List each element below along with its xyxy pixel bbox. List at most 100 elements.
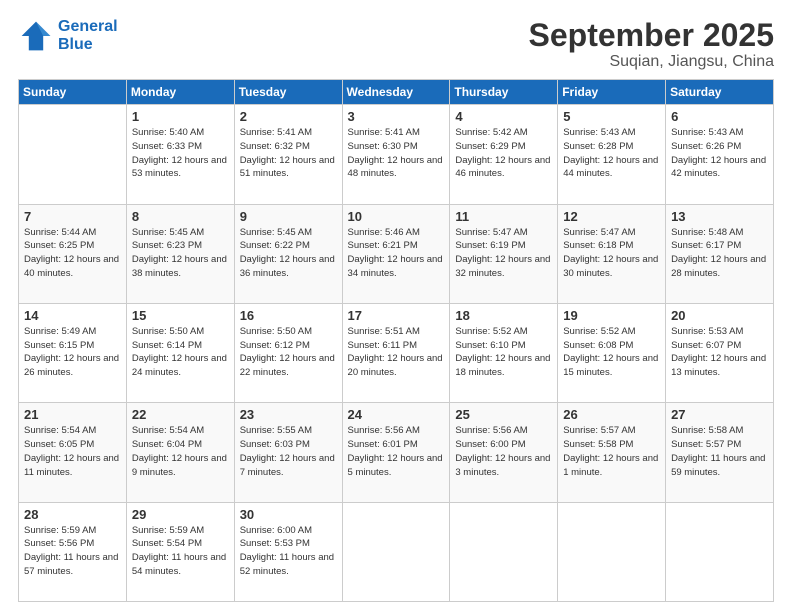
day-info: Sunrise: 5:57 AMSunset: 5:58 PMDaylight:… — [563, 424, 660, 479]
day-number: 29 — [132, 507, 229, 522]
day-info: Sunrise: 5:45 AMSunset: 6:22 PMDaylight:… — [240, 226, 337, 281]
calendar-cell: 5 Sunrise: 5:43 AMSunset: 6:28 PMDaylight… — [558, 105, 666, 204]
day-info: Sunrise: 5:50 AMSunset: 6:12 PMDaylight:… — [240, 325, 337, 380]
day-info: Sunrise: 5:59 AMSunset: 5:54 PMDaylight:… — [132, 524, 229, 579]
day-info: Sunrise: 5:45 AMSunset: 6:23 PMDaylight:… — [132, 226, 229, 281]
calendar-cell: 4 Sunrise: 5:42 AMSunset: 6:29 PMDaylight… — [450, 105, 558, 204]
day-number: 6 — [671, 109, 768, 124]
calendar-cell: 18 Sunrise: 5:52 AMSunset: 6:10 PMDayligh… — [450, 303, 558, 402]
table-row: 14 Sunrise: 5:49 AMSunset: 6:15 PMDayligh… — [19, 303, 774, 402]
header: General Blue September 2025 Suqian, Jian… — [18, 18, 774, 71]
calendar-subtitle: Suqian, Jiangsu, China — [529, 53, 774, 71]
day-number: 1 — [132, 109, 229, 124]
day-number: 20 — [671, 308, 768, 323]
col-thursday: Thursday — [450, 80, 558, 105]
day-number: 28 — [24, 507, 121, 522]
day-info: Sunrise: 5:42 AMSunset: 6:29 PMDaylight:… — [455, 126, 552, 181]
calendar-table: Sunday Monday Tuesday Wednesday Thursday… — [18, 79, 774, 602]
day-number: 11 — [455, 209, 552, 224]
calendar-cell: 21 Sunrise: 5:54 AMSunset: 6:05 PMDayligh… — [19, 403, 127, 502]
day-number: 26 — [563, 407, 660, 422]
logo-text: General Blue — [58, 18, 118, 53]
day-number: 19 — [563, 308, 660, 323]
day-number: 3 — [348, 109, 445, 124]
calendar-cell: 26 Sunrise: 5:57 AMSunset: 5:58 PMDayligh… — [558, 403, 666, 502]
day-info: Sunrise: 5:54 AMSunset: 6:04 PMDaylight:… — [132, 424, 229, 479]
calendar-cell — [342, 502, 450, 601]
calendar-cell: 7 Sunrise: 5:44 AMSunset: 6:25 PMDaylight… — [19, 204, 127, 303]
day-number: 12 — [563, 209, 660, 224]
day-number: 10 — [348, 209, 445, 224]
calendar-cell: 8 Sunrise: 5:45 AMSunset: 6:23 PMDaylight… — [126, 204, 234, 303]
day-info: Sunrise: 5:43 AMSunset: 6:28 PMDaylight:… — [563, 126, 660, 181]
calendar-cell: 12 Sunrise: 5:47 AMSunset: 6:18 PMDayligh… — [558, 204, 666, 303]
day-number: 30 — [240, 507, 337, 522]
day-info: Sunrise: 5:59 AMSunset: 5:56 PMDaylight:… — [24, 524, 121, 579]
table-row: 7 Sunrise: 5:44 AMSunset: 6:25 PMDaylight… — [19, 204, 774, 303]
calendar-cell: 16 Sunrise: 5:50 AMSunset: 6:12 PMDayligh… — [234, 303, 342, 402]
day-info: Sunrise: 5:44 AMSunset: 6:25 PMDaylight:… — [24, 226, 121, 281]
table-row: 1Sunrise: 5:40 AMSunset: 6:33 PMDaylight… — [19, 105, 774, 204]
day-number: 7 — [24, 209, 121, 224]
calendar-cell: 10Sunrise: 5:46 AMSunset: 6:21 PMDayligh… — [342, 204, 450, 303]
day-number: 14 — [24, 308, 121, 323]
day-info: Sunrise: 5:47 AMSunset: 6:19 PMDaylight:… — [455, 226, 552, 281]
calendar-cell: 28 Sunrise: 5:59 AMSunset: 5:56 PMDayligh… — [19, 502, 127, 601]
calendar-cell: 9 Sunrise: 5:45 AMSunset: 6:22 PMDaylight… — [234, 204, 342, 303]
day-number: 5 — [563, 109, 660, 124]
calendar-cell: 29 Sunrise: 5:59 AMSunset: 5:54 PMDayligh… — [126, 502, 234, 601]
day-number: 23 — [240, 407, 337, 422]
calendar-cell: 1Sunrise: 5:40 AMSunset: 6:33 PMDaylight… — [126, 105, 234, 204]
day-info: Sunrise: 6:00 AMSunset: 5:53 PMDaylight:… — [240, 524, 337, 579]
day-number: 4 — [455, 109, 552, 124]
calendar-cell: 13 Sunrise: 5:48 AMSunset: 6:17 PMDayligh… — [666, 204, 774, 303]
calendar-cell: 30 Sunrise: 6:00 AMSunset: 5:53 PMDayligh… — [234, 502, 342, 601]
day-number: 2 — [240, 109, 337, 124]
day-number: 21 — [24, 407, 121, 422]
calendar-cell: 24Sunrise: 5:56 AMSunset: 6:01 PMDayligh… — [342, 403, 450, 502]
table-row: 28 Sunrise: 5:59 AMSunset: 5:56 PMDayligh… — [19, 502, 774, 601]
col-friday: Friday — [558, 80, 666, 105]
day-info: Sunrise: 5:49 AMSunset: 6:15 PMDaylight:… — [24, 325, 121, 380]
calendar-cell: 3 Sunrise: 5:41 AMSunset: 6:30 PMDaylight… — [342, 105, 450, 204]
day-info: Sunrise: 5:41 AMSunset: 6:32 PMDaylight:… — [240, 126, 337, 181]
day-info: Sunrise: 5:48 AMSunset: 6:17 PMDaylight:… — [671, 226, 768, 281]
calendar-cell — [558, 502, 666, 601]
day-info: Sunrise: 5:43 AMSunset: 6:26 PMDaylight:… — [671, 126, 768, 181]
logo: General Blue — [18, 18, 118, 54]
day-info: Sunrise: 5:54 AMSunset: 6:05 PMDaylight:… — [24, 424, 121, 479]
day-number: 17 — [348, 308, 445, 323]
day-number: 15 — [132, 308, 229, 323]
calendar-cell: 14 Sunrise: 5:49 AMSunset: 6:15 PMDayligh… — [19, 303, 127, 402]
calendar-cell: 19Sunrise: 5:52 AMSunset: 6:08 PMDayligh… — [558, 303, 666, 402]
day-info: Sunrise: 5:41 AMSunset: 6:30 PMDaylight:… — [348, 126, 445, 181]
page: General Blue September 2025 Suqian, Jian… — [0, 0, 792, 612]
calendar-cell — [666, 502, 774, 601]
day-info: Sunrise: 5:52 AMSunset: 6:10 PMDaylight:… — [455, 325, 552, 380]
day-number: 18 — [455, 308, 552, 323]
calendar-cell: 2 Sunrise: 5:41 AMSunset: 6:32 PMDaylight… — [234, 105, 342, 204]
calendar-cell — [450, 502, 558, 601]
logo-icon — [18, 18, 54, 54]
day-number: 13 — [671, 209, 768, 224]
calendar-cell: 25Sunrise: 5:56 AMSunset: 6:00 PMDayligh… — [450, 403, 558, 502]
day-info: Sunrise: 5:56 AMSunset: 6:01 PMDaylight:… — [348, 424, 445, 479]
day-info: Sunrise: 5:58 AMSunset: 5:57 PMDaylight:… — [671, 424, 768, 479]
day-number: 9 — [240, 209, 337, 224]
col-monday: Monday — [126, 80, 234, 105]
calendar-title: September 2025 — [529, 18, 774, 53]
day-info: Sunrise: 5:51 AMSunset: 6:11 PMDaylight:… — [348, 325, 445, 380]
calendar-cell: 20Sunrise: 5:53 AMSunset: 6:07 PMDayligh… — [666, 303, 774, 402]
day-number: 8 — [132, 209, 229, 224]
calendar-cell: 22Sunrise: 5:54 AMSunset: 6:04 PMDayligh… — [126, 403, 234, 502]
day-info: Sunrise: 5:55 AMSunset: 6:03 PMDaylight:… — [240, 424, 337, 479]
calendar-header-row: Sunday Monday Tuesday Wednesday Thursday… — [19, 80, 774, 105]
day-number: 16 — [240, 308, 337, 323]
day-info: Sunrise: 5:56 AMSunset: 6:00 PMDaylight:… — [455, 424, 552, 479]
col-sunday: Sunday — [19, 80, 127, 105]
calendar-cell — [19, 105, 127, 204]
day-info: Sunrise: 5:47 AMSunset: 6:18 PMDaylight:… — [563, 226, 660, 281]
calendar-cell: 6 Sunrise: 5:43 AMSunset: 6:26 PMDaylight… — [666, 105, 774, 204]
col-wednesday: Wednesday — [342, 80, 450, 105]
day-number: 27 — [671, 407, 768, 422]
